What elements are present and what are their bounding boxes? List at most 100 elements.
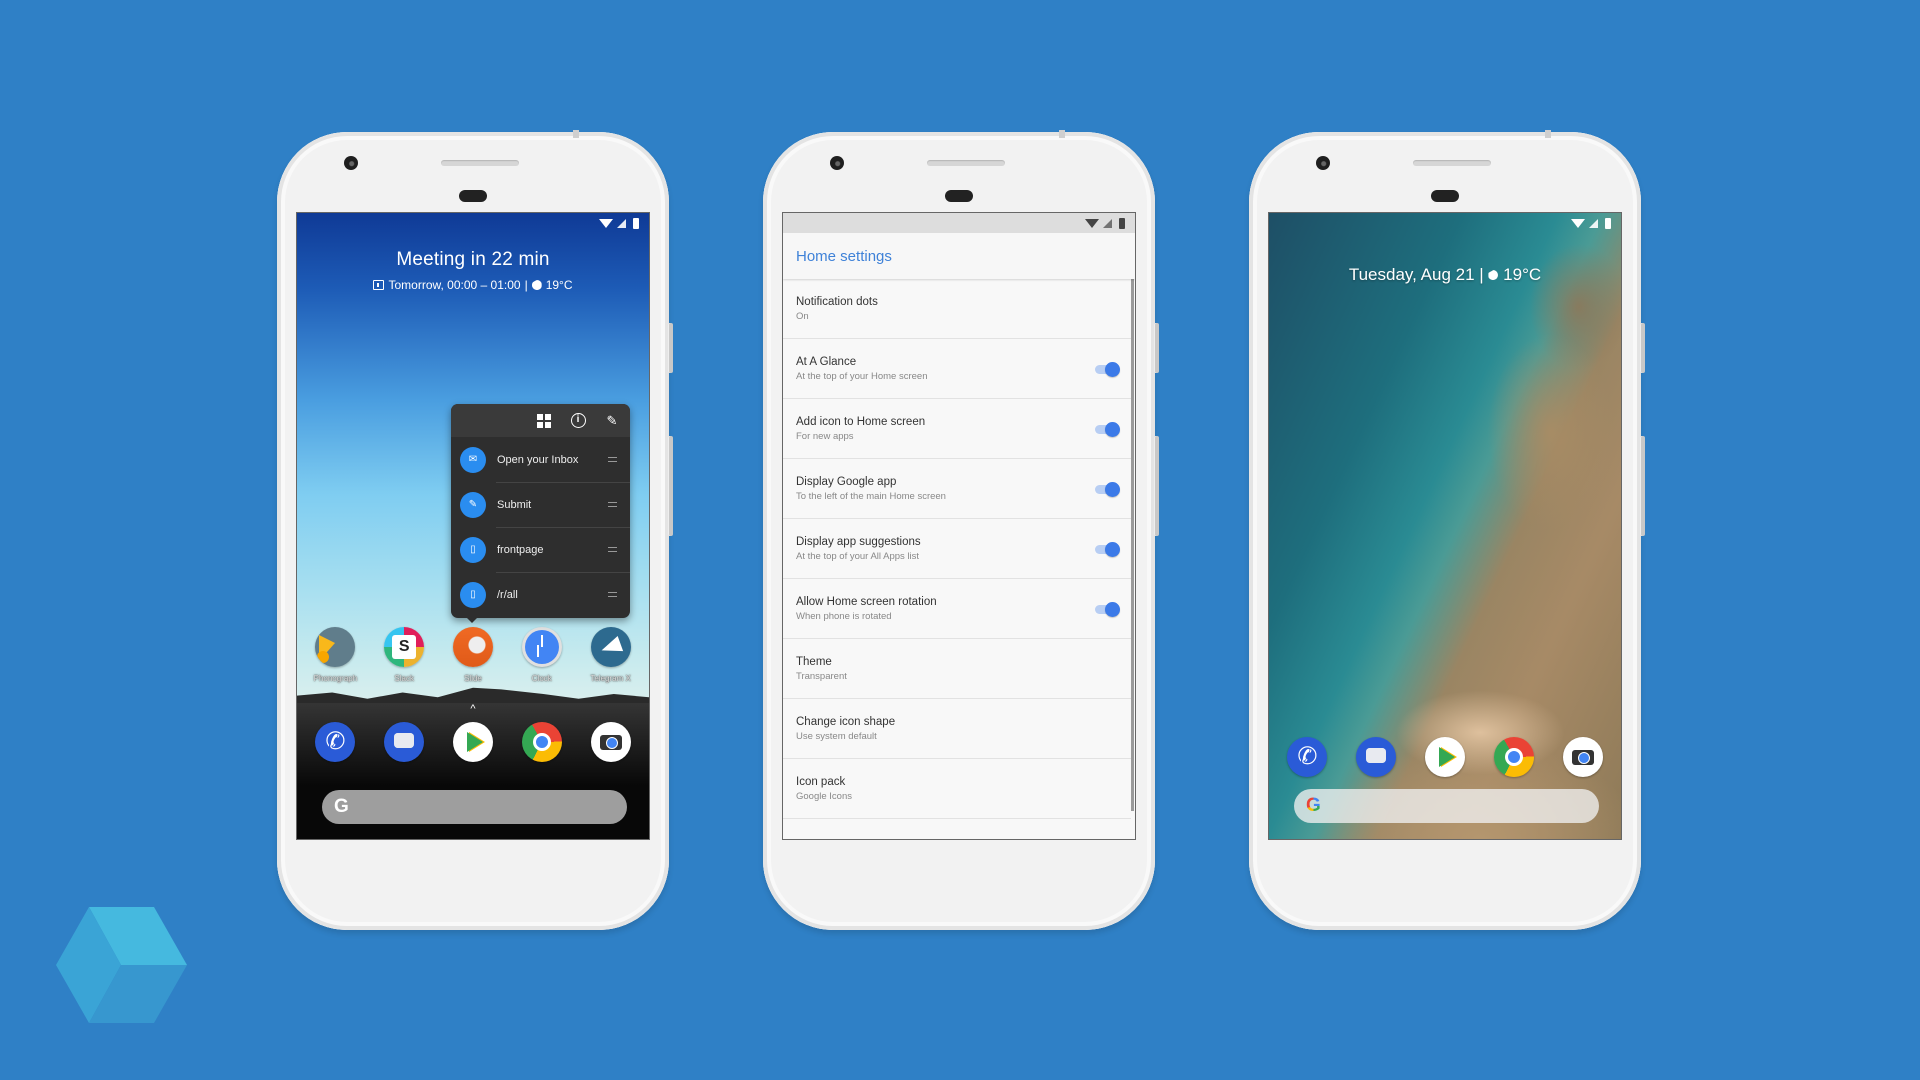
at-a-glance-widget[interactable]: Meeting in 22 min Tomorrow, 00:00 – 01:0…: [297, 249, 649, 292]
app-label: Telegram X: [590, 674, 631, 683]
settings-list: Notification dots On At A Glance At the …: [783, 279, 1131, 839]
setting-add-icon-to-home[interactable]: Add icon to Home screen For new apps: [783, 399, 1131, 459]
setting-summary: For new apps: [796, 430, 854, 442]
play-store-icon: [1424, 737, 1465, 777]
dock-app-phone[interactable]: [1276, 737, 1338, 777]
shortcut-item[interactable]: ▯ frontpage: [451, 527, 630, 572]
wifi-icon: [1085, 218, 1099, 228]
earpiece-speaker: [1413, 160, 1491, 166]
setting-summary: Transparent: [796, 670, 847, 682]
front-camera: [344, 156, 358, 170]
dock: [1269, 737, 1621, 777]
shortcut-label: frontpage: [497, 543, 544, 556]
setting-summary: Use system default: [796, 730, 877, 742]
toggle-switch[interactable]: [1095, 601, 1120, 617]
setting-text: Notification dots On: [796, 296, 1119, 322]
app-label: Phonograph: [313, 674, 358, 683]
app-slide[interactable]: Slide: [442, 627, 504, 683]
drag-handle-icon[interactable]: [608, 502, 617, 507]
google-search-bar[interactable]: G: [322, 790, 627, 824]
phone-launcher-home: Meeting in 22 min Tomorrow, 00:00 – 01:0…: [277, 130, 673, 930]
app-telegram-x[interactable]: Telegram X: [580, 627, 642, 683]
app-drawer-chevron-icon[interactable]: ^: [297, 703, 649, 715]
clock-icon: [521, 627, 562, 667]
dock-app-chrome[interactable]: [1483, 737, 1545, 777]
drag-handle-icon[interactable]: [608, 457, 617, 462]
setting-app-suggestions[interactable]: Display app suggestions At the top of yo…: [783, 519, 1131, 579]
shortcut-item[interactable]: ✎ Submit: [451, 482, 630, 527]
setting-icon-pack[interactable]: Icon pack Google Icons: [783, 759, 1131, 819]
setting-summary: When phone is rotated: [796, 610, 892, 622]
setting-text: Icon pack Google Icons: [796, 776, 1119, 802]
scrollbar[interactable]: [1131, 279, 1134, 811]
slide-icon: [452, 627, 493, 667]
battery-icon: [1119, 217, 1125, 229]
popup-header: i ✎: [451, 404, 630, 437]
app-shortcuts-popup: i ✎ ✉ Open your Inbox ✎ Submit ▯ frontpa…: [451, 404, 630, 623]
setting-about[interactable]: About: [783, 819, 1131, 839]
glance-event-line: Tomorrow, 00:00 – 01:00 | 19°C: [297, 278, 649, 292]
setting-title: Icon pack: [796, 775, 846, 788]
drag-handle-icon[interactable]: [608, 547, 617, 552]
chrome-icon: [521, 722, 562, 762]
app-phonograph[interactable]: Phonograph: [304, 627, 366, 683]
toggle-switch[interactable]: [1095, 541, 1120, 557]
bookmark-icon: ▯: [460, 536, 486, 563]
edit-icon[interactable]: ✎: [604, 413, 620, 429]
wifi-icon: [599, 218, 613, 228]
app-label: Slide: [464, 674, 482, 683]
dock-app-camera[interactable]: [580, 722, 642, 762]
shortcut-label: /r/all: [497, 588, 518, 601]
setting-text: Add icon to Home screen For new apps: [796, 416, 1095, 442]
phone-home-settings: Home settings Notification dots On At A …: [763, 130, 1159, 930]
setting-icon-shape[interactable]: Change icon shape Use system default: [783, 699, 1131, 759]
widgets-icon[interactable]: [536, 413, 552, 429]
dock-app-phone[interactable]: [304, 722, 366, 762]
dock-app-messages[interactable]: [373, 722, 435, 762]
toggle-switch[interactable]: [1095, 421, 1120, 437]
info-icon[interactable]: i: [570, 413, 586, 429]
setting-theme[interactable]: Theme Transparent: [783, 639, 1131, 699]
dock-app-camera[interactable]: [1552, 737, 1614, 777]
app-clock[interactable]: Clock: [511, 627, 573, 683]
setting-notification-dots[interactable]: Notification dots On: [783, 279, 1131, 339]
setting-display-google-app[interactable]: Display Google app To the left of the ma…: [783, 459, 1131, 519]
dock-app-play-store[interactable]: [1414, 737, 1476, 777]
power-button: [1154, 323, 1159, 373]
setting-home-rotation[interactable]: Allow Home screen rotation When phone is…: [783, 579, 1131, 639]
shortcut-item[interactable]: ✉ Open your Inbox: [451, 437, 630, 482]
dock-app-play-store[interactable]: [442, 722, 504, 762]
setting-at-a-glance[interactable]: At A Glance At the top of your Home scre…: [783, 339, 1131, 399]
toggle-switch[interactable]: [1095, 361, 1120, 377]
glance-separator: |: [524, 278, 528, 292]
phone-icon: [1287, 737, 1328, 777]
messages-icon: [384, 722, 425, 762]
setting-title: Allow Home screen rotation: [796, 595, 937, 608]
drag-handle-icon[interactable]: [608, 592, 617, 597]
shortcut-item[interactable]: ▯ /r/all: [451, 572, 630, 617]
dock: [297, 722, 649, 762]
status-bar: [1269, 213, 1621, 233]
battery-icon: [633, 217, 639, 229]
pencil-icon: ✎: [460, 491, 486, 518]
phonograph-icon: [315, 627, 356, 667]
at-a-glance-widget[interactable]: Tuesday, Aug 21 | 19°C: [1269, 265, 1621, 285]
shortcut-label: Submit: [497, 498, 532, 511]
chrome-icon: [1493, 737, 1534, 777]
moon-icon: [1488, 270, 1499, 280]
status-bar: [297, 213, 649, 233]
messages-icon: [1356, 737, 1397, 777]
setting-text: Theme Transparent: [796, 656, 1119, 682]
google-logo-icon: G: [334, 796, 349, 817]
volume-button: [1154, 436, 1159, 536]
dock-app-messages[interactable]: [1345, 737, 1407, 777]
setting-title: Theme: [796, 655, 832, 668]
slack-icon: [384, 627, 425, 667]
toggle-switch[interactable]: [1095, 481, 1120, 497]
dock-app-chrome[interactable]: [511, 722, 573, 762]
google-search-bar[interactable]: G: [1294, 789, 1599, 823]
signal-icon: [1103, 218, 1112, 228]
app-slack[interactable]: Slack: [373, 627, 435, 683]
setting-summary: At the top of your All Apps list: [796, 550, 920, 562]
phone-top-notch: [1059, 130, 1065, 138]
